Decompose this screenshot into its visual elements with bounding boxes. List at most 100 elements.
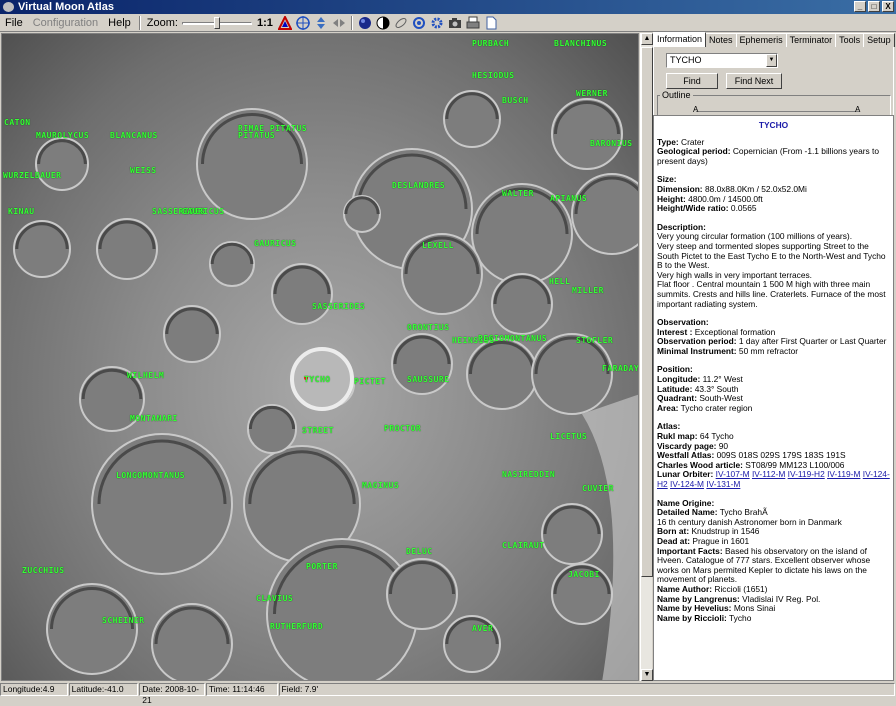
map-feature-label[interactable]: LICETUS [550,432,587,441]
tab-tools[interactable]: Tools [835,33,865,47]
map-feature-label[interactable]: AVER [472,624,493,633]
map-feature-label[interactable]: TYCHO [304,375,331,384]
zoom-slider-thumb[interactable] [213,16,220,29]
map-feature-label[interactable]: WERNER [576,89,608,98]
map-feature-label[interactable]: SAUSSURE [407,375,450,384]
map-feature-label[interactable]: PITATUS [238,131,275,140]
zoom-slider[interactable] [181,16,252,30]
map-feature-label[interactable]: MONTANARI [130,414,178,423]
print-icon[interactable] [465,15,481,31]
map-feature-label[interactable]: WILHELM [127,371,164,380]
tab-ephemeris[interactable]: Ephemeris [735,33,787,47]
map-feature-label[interactable]: KINAU [8,207,35,216]
map-feature-label[interactable]: PORTER [306,562,338,571]
map-feature-label[interactable]: CLAVIUS [256,594,293,603]
find-button[interactable]: Find [666,73,718,89]
map-feature-label[interactable]: STOFLER [576,336,613,345]
menu-help[interactable]: Help [103,15,136,31]
close-button[interactable]: X [882,1,894,12]
ellipse-icon[interactable] [393,15,409,31]
map-feature-label[interactable]: HELL [549,277,570,286]
map-feature-label[interactable]: LEXELL [422,241,454,250]
map-feature-label[interactable]: BLANCHINUS [554,39,607,48]
map-feature-label[interactable]: BLANCANUS [110,131,158,140]
map-feature-label[interactable]: CLAIRAUT [502,541,545,550]
lunar-orbiter-link[interactable]: IV-124-M [670,479,704,489]
map-vertical-scrollbar[interactable]: ▲ ▼ [640,33,653,681]
scroll-down-button[interactable]: ▼ [641,669,653,681]
map-feature-label[interactable]: PICTET [354,377,386,386]
map-feature-label[interactable]: BUSCH [502,96,529,105]
map-feature-label[interactable]: STREET [302,426,334,435]
map-feature-label[interactable]: LONGOMONTANUS [116,471,185,480]
panel-tabs: Information Notes Ephemeris Terminator T… [653,32,895,47]
map-feature-label[interactable]: WEISS [130,166,157,175]
outline-slider-track[interactable] [696,111,860,112]
lunar-orbiter-link[interactable]: IV-112-M [752,469,785,480]
zoom-ratio-button[interactable]: 1:1 [254,17,276,29]
map-feature-label[interactable]: APIANUS [550,194,587,203]
map-feature-label[interactable]: HESIODUS [472,71,515,80]
tab-notes[interactable]: Notes [705,33,737,47]
info-text-panel: TYCHO Type: Crater Geological period: Co… [653,115,894,681]
rotate-icon[interactable] [411,15,427,31]
map-feature-label[interactable]: WALTER [502,189,534,198]
window-title: Virtual Moon Atlas [18,1,114,13]
menu-file[interactable]: File [0,15,28,31]
tab-terminator[interactable]: Terminator [785,33,837,47]
map-feature-label[interactable]: NASIREDDIN [502,470,555,479]
map-feature-label[interactable]: PROCTOR [384,424,421,433]
map-feature-label[interactable]: RUTHERFURD [270,622,323,631]
feature-title: TYCHO [758,120,789,130]
map-feature-label[interactable]: DELUC [406,547,433,556]
maximize-button[interactable]: □ [868,1,880,12]
map-feature-label[interactable]: CATON [4,118,31,127]
tab-setup[interactable]: Setup [863,33,895,47]
chevron-down-icon[interactable]: ▼ [766,54,777,67]
minimize-button[interactable]: _ [854,1,866,12]
map-feature-label[interactable]: JACOBI [568,570,600,579]
find-next-button[interactable]: Find Next [726,73,782,89]
search-area: TYCHO ▼ Find Find Next Outline A A [653,47,894,125]
crater-shape [91,433,233,575]
moon-map[interactable]: CATON RIMAE PITATUS PITATUS HESIODUS WEISS WU… [1,33,639,681]
map-feature-label[interactable]: CUVIER [582,484,614,493]
tab-information[interactable]: Information [653,32,707,47]
map-feature-label[interactable]: ORONTIUS [407,323,450,332]
status-longitude: Longitude:4.9 [0,683,68,696]
crater-shape [209,241,255,287]
map-feature-label[interactable]: MILLER [572,286,604,295]
map-feature-label[interactable]: BARONIUS [590,139,633,148]
map-feature-label[interactable]: ZUCCHIUS [22,566,65,575]
arrow-up-down-icon[interactable] [313,15,329,31]
map-feature-label[interactable]: SASSERIDES [312,302,365,311]
lunar-orbiter-link[interactable]: IV-119-M [827,469,860,480]
map-feature-label[interactable]: WURZELBAUER [3,171,61,180]
arrow-left-right-icon[interactable] [331,15,347,31]
camera-icon[interactable] [447,15,463,31]
map-feature-label[interactable]: MAUROLYCUS [36,131,89,140]
map-feature-label[interactable]: DESLANDRES [392,181,445,190]
scroll-up-button[interactable]: ▲ [641,33,653,45]
feature-search-combobox[interactable]: TYCHO ▼ [666,53,778,68]
lunar-orbiter-link[interactable]: IV-131-M [706,479,740,489]
scroll-thumb[interactable] [641,47,653,577]
map-feature-label[interactable]: FARADAY [602,364,638,373]
map-feature-label[interactable]: SCHEINER [102,616,145,625]
map-feature-label[interactable]: PURBACH [472,39,509,48]
lunar-orbiter-link[interactable]: IV-119-H2 [788,469,825,480]
map-feature-label[interactable]: GAURICUS [182,207,225,216]
target-icon[interactable] [295,15,311,31]
settings-icon[interactable] [429,15,445,31]
menu-configuration[interactable]: Configuration [28,15,103,31]
document-icon[interactable] [483,15,499,31]
crater-shape [163,305,221,363]
lunar-orbiter-link[interactable]: IV-107-M [716,469,750,480]
crater-shape [46,583,138,675]
moon-dark-icon[interactable] [357,15,373,31]
map-feature-label[interactable]: REGIOMONTANUS [478,334,547,343]
moon-phase-icon[interactable] [375,15,391,31]
grid-color-icon[interactable] [277,15,293,31]
map-feature-label[interactable]: MAGINUS [362,481,399,490]
map-feature-label[interactable]: GAURICUS [254,239,297,248]
